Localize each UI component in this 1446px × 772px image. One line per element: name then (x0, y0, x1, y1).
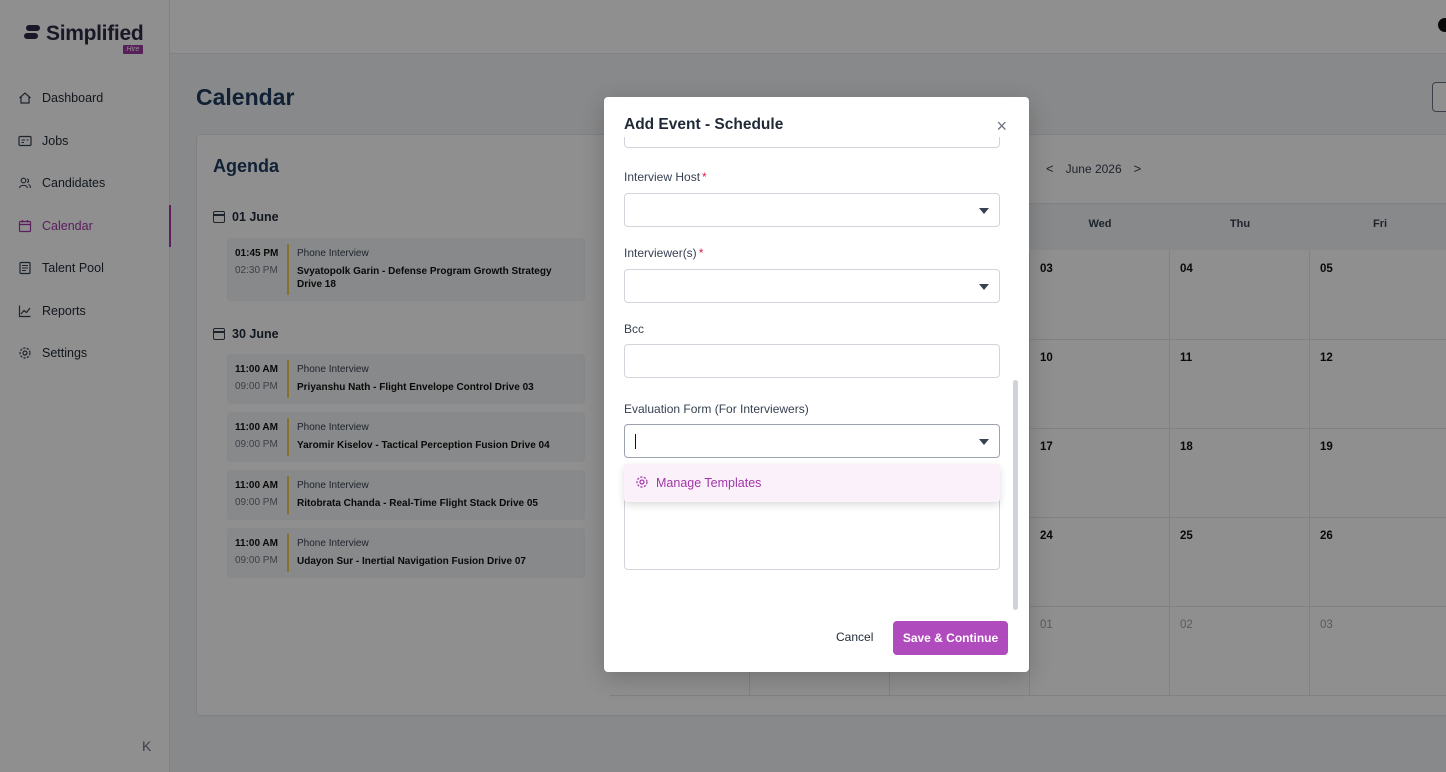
label-text: Interviewer(s) (624, 246, 697, 260)
modal-title: Add Event - Schedule (624, 116, 784, 133)
cancel-button[interactable]: Cancel (836, 630, 873, 644)
add-event-modal: Add Event - Schedule × Interview Host * I… (604, 97, 1029, 672)
chevron-down-icon (979, 208, 989, 214)
text-cursor (635, 434, 636, 449)
save-continue-button[interactable]: Save & Continue (893, 621, 1008, 655)
notes-textarea[interactable] (624, 495, 1000, 570)
evaluation-form-label: Evaluation Form (For Interviewers) (624, 402, 809, 416)
chevron-down-icon (979, 439, 989, 445)
interview-host-select[interactable] (624, 193, 1000, 227)
required-mark: * (698, 246, 704, 260)
label-text: Interview Host (624, 170, 701, 184)
option-label: Manage Templates (656, 476, 762, 490)
manage-templates-option[interactable]: Manage Templates (624, 464, 1000, 502)
bcc-input[interactable] (624, 344, 1000, 378)
required-mark: * (702, 170, 707, 184)
gear-icon (635, 475, 649, 492)
interviewers-label: Interviewer(s) * (624, 246, 703, 260)
chevron-down-icon (979, 284, 989, 290)
evaluation-form-select[interactable] (624, 424, 1000, 458)
interviewers-select[interactable] (624, 269, 1000, 303)
interview-host-label: Interview Host * (624, 170, 707, 184)
close-icon[interactable]: × (996, 117, 1007, 135)
bcc-label: Bcc (624, 322, 645, 336)
modal-scrollbar[interactable] (1013, 380, 1018, 610)
previous-field[interactable] (624, 137, 1000, 148)
